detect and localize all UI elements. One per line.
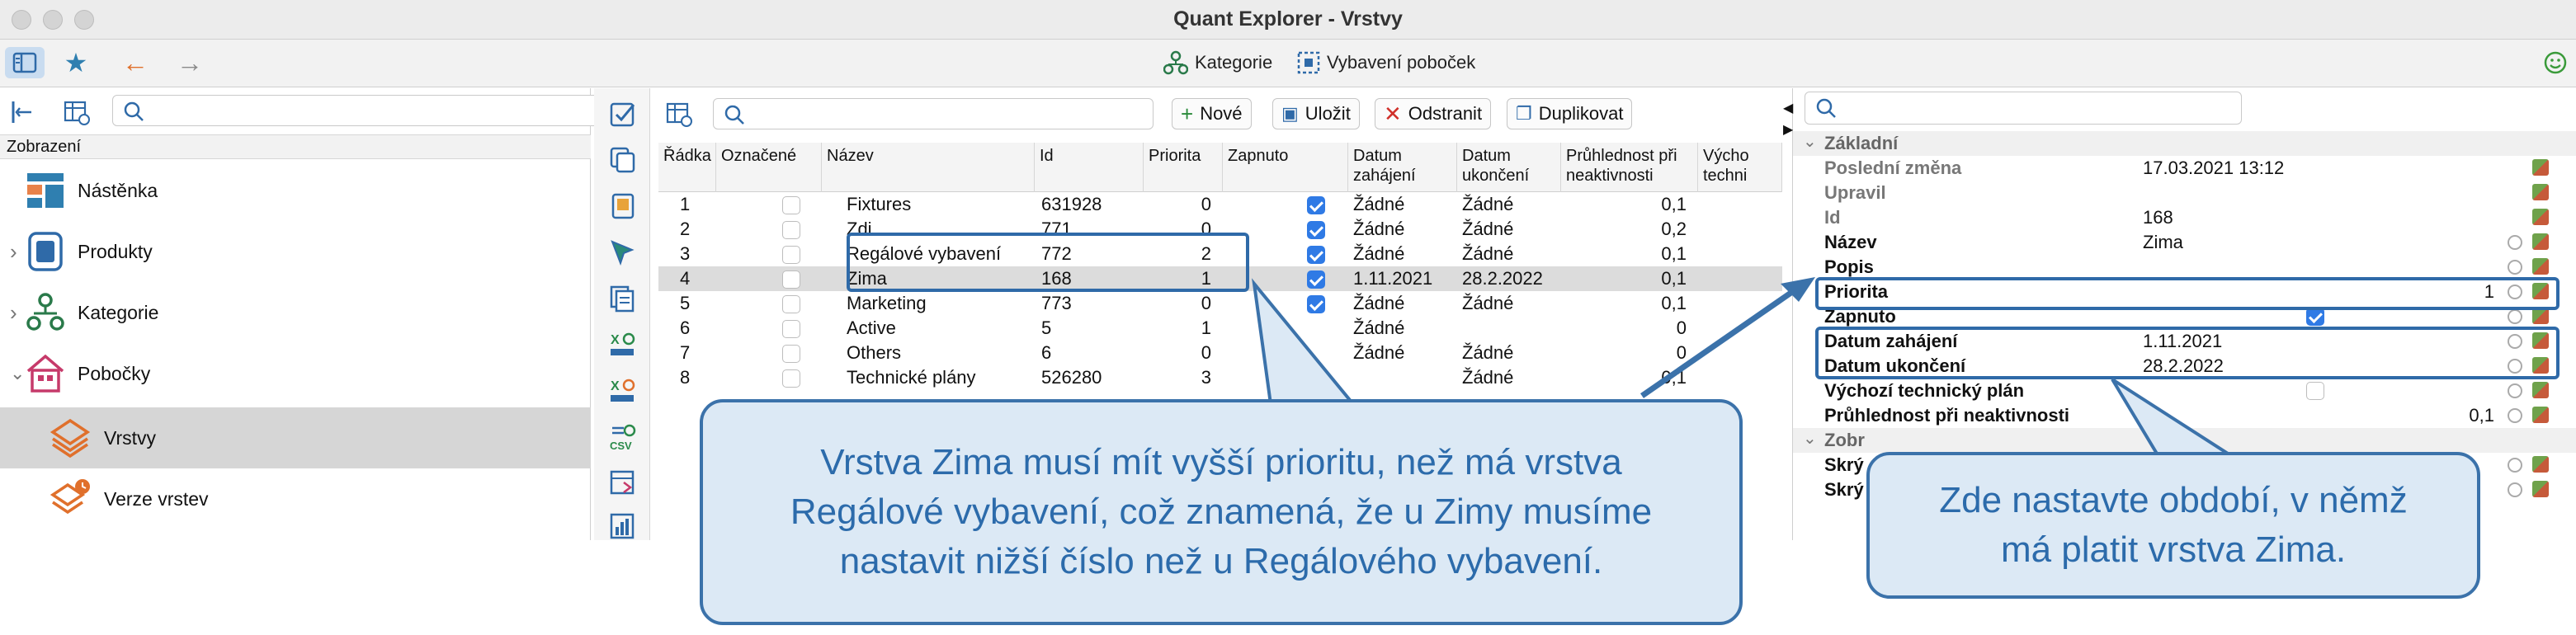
callout-period-note: Zde nastavte období, v němž má platit vr… [1866, 452, 2480, 599]
callout-line: Vrstva Zima musí mít vyšší prioritu, než… [820, 442, 1622, 482]
callout-line: Regálové vybavení, což znamená, že u Zim… [790, 492, 1653, 532]
callout-line: Zde nastavte období, v němž [1939, 480, 2408, 520]
callout-pointer-priority [1252, 278, 1357, 406]
callout-line: má platit vrstva Zima. [2000, 529, 2347, 570]
callout-pointer-dates [2111, 378, 2233, 464]
callout-priority-note: Vrstva Zima musí mít vyšší prioritu, než… [700, 399, 1743, 625]
arrow-to-priority [1640, 282, 1805, 398]
callout-line: nastavit nižší číslo než u Regálového vy… [839, 541, 1603, 581]
